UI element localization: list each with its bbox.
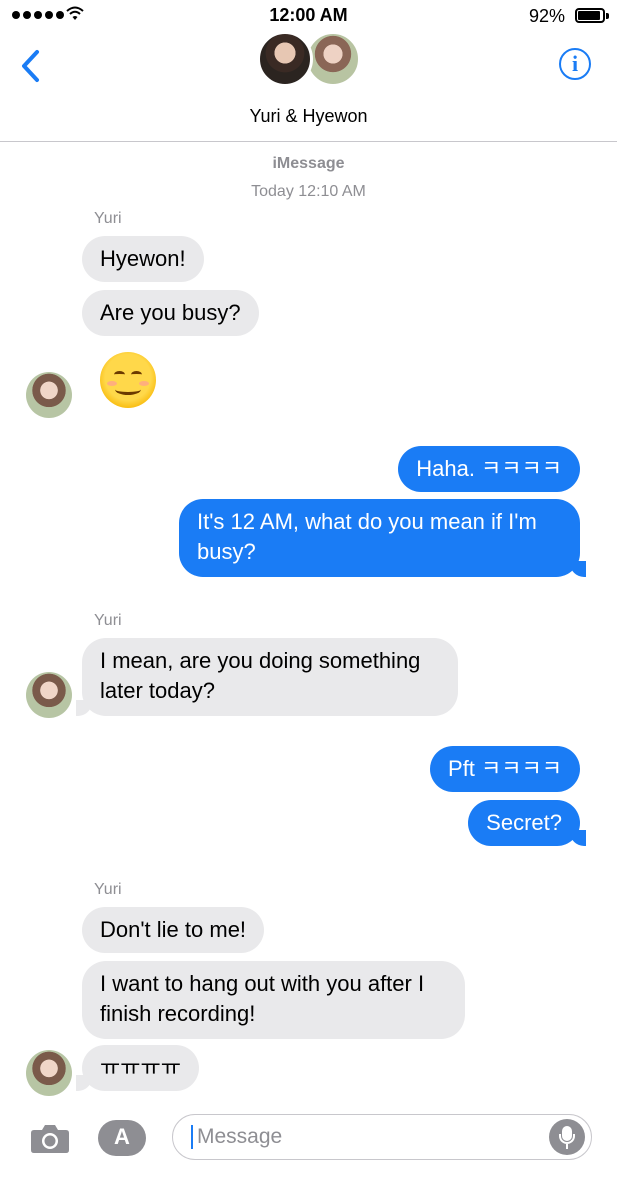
outgoing-message[interactable]: Haha. ㅋㅋㅋㅋ — [398, 446, 580, 492]
incoming-message[interactable]: Don't lie to me! — [82, 907, 265, 953]
outgoing-message[interactable]: It's 12 AM, what do you mean if I'm busy… — [179, 499, 586, 577]
incoming-message[interactable]: I mean, are you doing something later to… — [76, 638, 458, 716]
outgoing-message[interactable]: Pft ㅋㅋㅋㅋ — [430, 746, 580, 792]
battery-tip — [606, 13, 609, 19]
sender-label: Yuri — [94, 612, 122, 629]
sender-label: Yuri — [94, 210, 122, 227]
back-chevron-icon[interactable] — [18, 48, 44, 84]
info-icon[interactable]: i — [559, 48, 591, 80]
incoming-message[interactable]: Hyewon! — [82, 236, 204, 282]
group-avatar-hyewon[interactable] — [305, 31, 361, 87]
service-label: iMessage — [272, 155, 345, 172]
status-time: 12:00 AM — [269, 5, 348, 25]
message-placeholder: Message — [197, 1125, 283, 1148]
microphone-icon[interactable] — [549, 1119, 585, 1155]
conversation-header: Yuri & Hyewon i — [0, 31, 617, 142]
incoming-message[interactable]: Are you busy? — [82, 290, 259, 336]
sender-label: Yuri — [94, 881, 122, 898]
text-caret — [191, 1125, 193, 1149]
incoming-message[interactable]: I want to hang out with you after I fini… — [82, 961, 465, 1039]
conversation-title[interactable]: Yuri & Hyewon — [0, 106, 617, 127]
avatar[interactable] — [26, 672, 72, 718]
battery-percentage: 92% — [528, 6, 565, 26]
smiling-face-emoji-icon[interactable] — [100, 352, 156, 408]
battery-icon — [575, 8, 605, 23]
incoming-message[interactable]: ㅠㅠㅠㅠ — [76, 1045, 199, 1091]
app-store-icon[interactable]: A — [98, 1120, 146, 1156]
message-composer: A Message — [0, 1108, 617, 1170]
avatar[interactable] — [26, 372, 72, 418]
group-avatar-yuri[interactable] — [257, 31, 313, 87]
battery-fill — [578, 11, 601, 20]
app-store-glyph: A — [114, 1124, 130, 1149]
conversation-timestamp: Today 12:10 AM — [251, 183, 366, 200]
camera-icon[interactable] — [30, 1122, 70, 1154]
outgoing-message[interactable]: Secret? — [468, 800, 586, 846]
avatar[interactable] — [26, 1050, 72, 1096]
status-bar: 12:00 AM 92% — [0, 0, 617, 34]
message-input[interactable]: Message — [172, 1114, 592, 1160]
